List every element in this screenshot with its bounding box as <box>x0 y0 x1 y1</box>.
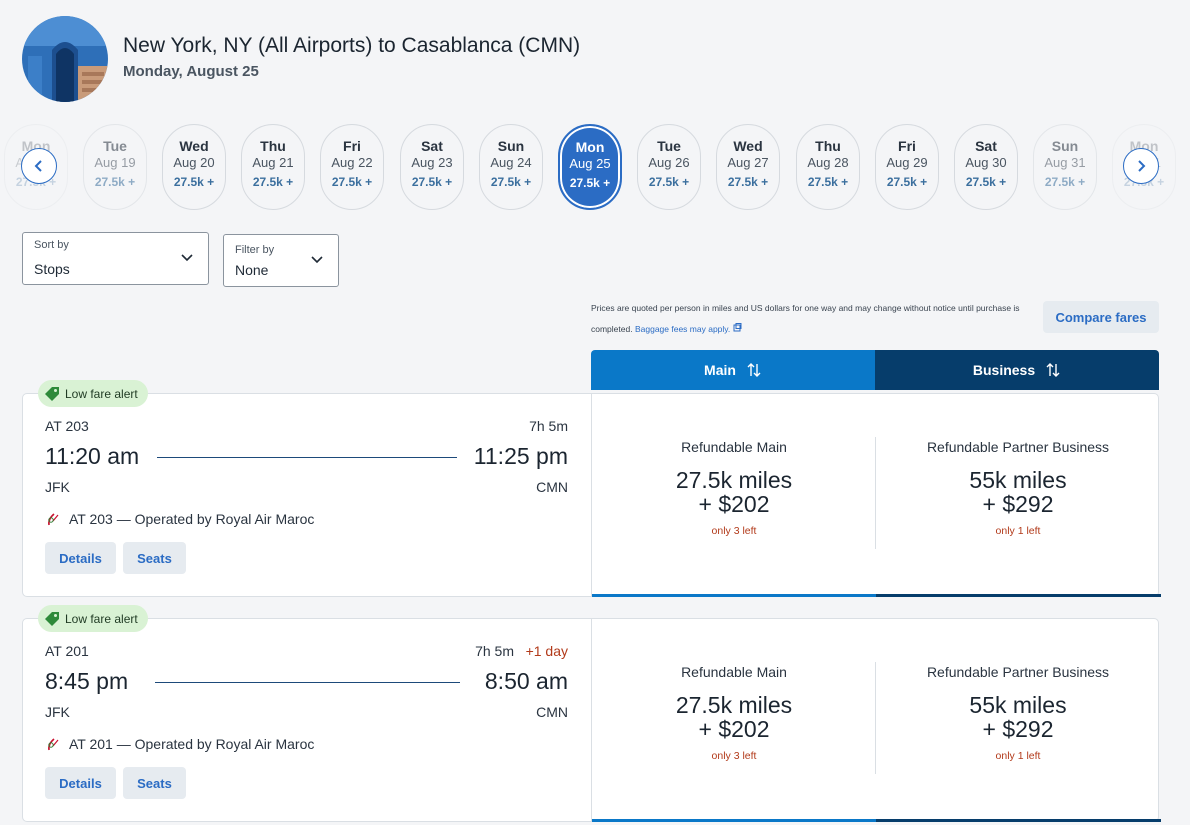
business-cabin-bar <box>876 819 1161 822</box>
pricing-notice: Prices are quoted per person in miles an… <box>591 303 1020 334</box>
date-option[interactable]: Fri Aug 22 27.5k + <box>320 124 384 210</box>
flight-card: AT 201 7h 5m +1 day 8:45 pm 8:50 am JFK … <box>22 618 1161 822</box>
previous-dates-button[interactable] <box>21 148 57 184</box>
date-option[interactable]: Thu Aug 21 27.5k + <box>241 124 305 210</box>
chevron-left-icon <box>34 160 42 172</box>
date-option[interactable]: Wed Aug 20 27.5k + <box>162 124 226 210</box>
details-button[interactable]: Details <box>45 542 116 574</box>
chevron-down-icon <box>311 256 323 264</box>
flight-number: AT 203 <box>45 418 89 434</box>
seats-left-note: only 1 left <box>995 750 1041 762</box>
sort-arrows-icon <box>747 363 761 377</box>
royal-air-maroc-logo-icon <box>48 738 59 751</box>
low-fare-alert-badge: Low fare alert <box>38 605 148 632</box>
main-cabin-bar <box>592 819 876 822</box>
main-cabin-sort-header[interactable]: Main <box>591 350 875 390</box>
destination-airport: CMN <box>536 704 568 720</box>
date-option[interactable]: Tue Aug 26 27.5k + <box>637 124 701 210</box>
business-cabin-sort-header[interactable]: Business <box>875 350 1159 390</box>
date-option-selected[interactable]: Mon Aug 25 27.5k + <box>558 124 622 210</box>
seats-left-note: only 3 left <box>711 750 757 762</box>
destination-photo <box>22 16 108 102</box>
main-cabin-bar <box>592 594 876 597</box>
flight-duration: 7h 5m <box>475 643 514 659</box>
date-option[interactable]: Thu Aug 28 27.5k + <box>796 124 860 210</box>
external-link-icon <box>733 323 742 332</box>
flight-card: AT 203 7h 5m 11:20 am 11:25 pm JFK CMN A… <box>22 393 1161 597</box>
origin-airport: JFK <box>45 479 70 495</box>
date-option[interactable]: Sat Aug 30 27.5k + <box>954 124 1018 210</box>
date-option[interactable]: Sun Aug 24 27.5k + <box>479 124 543 210</box>
filter-by-select[interactable]: Filter by None <box>223 234 339 287</box>
next-dates-button[interactable] <box>1123 148 1159 184</box>
route-line <box>155 682 460 683</box>
travel-date: Monday, August 25 <box>123 63 259 80</box>
arrival-time: 8:50 am <box>484 668 568 694</box>
departure-time: 8:45 pm <box>45 668 129 694</box>
departure-time: 11:20 am <box>45 443 140 469</box>
sort-arrows-icon <box>1046 363 1060 377</box>
low-fare-alert-badge: Low fare alert <box>38 380 148 407</box>
fare-options: Refundable Main 27.5k miles + $202 only … <box>591 393 1161 597</box>
royal-air-maroc-logo-icon <box>48 513 59 526</box>
date-option[interactable]: Sat Aug 23 27.5k + <box>400 124 464 210</box>
seats-button[interactable]: Seats <box>123 542 186 574</box>
route-line <box>157 457 457 458</box>
operated-by: AT 201 — Operated by Royal Air Maroc <box>45 736 314 752</box>
fare-options: Refundable Main 27.5k miles + $202 only … <box>591 618 1161 822</box>
price-tag-icon <box>45 611 59 626</box>
chevron-right-icon <box>1138 160 1146 172</box>
arrival-time: 11:25 pm <box>473 443 568 469</box>
date-carousel: Mon Aug 18 27.5k + Tue Aug 19 27.5k + We… <box>0 124 1190 212</box>
seats-left-note: only 3 left <box>711 525 757 537</box>
business-cabin-bar <box>876 594 1161 597</box>
date-option[interactable]: Sun Aug 31 27.5k + <box>1033 124 1097 210</box>
fare-business[interactable]: Refundable Partner Business 55k miles + … <box>876 618 1160 762</box>
chevron-down-icon <box>181 254 193 262</box>
destination-airport: CMN <box>536 479 568 495</box>
fare-main[interactable]: Refundable Main 27.5k miles + $202 only … <box>592 618 876 762</box>
operated-by: AT 203 — Operated by Royal Air Maroc <box>45 511 314 527</box>
fare-business[interactable]: Refundable Partner Business 55k miles + … <box>876 393 1160 537</box>
seats-left-note: only 1 left <box>995 525 1041 537</box>
fare-main[interactable]: Refundable Main 27.5k miles + $202 only … <box>592 393 876 537</box>
details-button[interactable]: Details <box>45 767 116 799</box>
origin-airport: JFK <box>45 704 70 720</box>
price-tag-icon <box>45 386 59 401</box>
flight-number: AT 201 <box>45 643 89 659</box>
flight-duration: 7h 5m <box>529 418 568 434</box>
baggage-fees-link[interactable]: Baggage fees may apply. <box>635 324 730 334</box>
compare-fares-button[interactable]: Compare fares <box>1043 301 1159 333</box>
sort-by-select[interactable]: Sort by Stops <box>22 232 209 285</box>
page-title: New York, NY (All Airports) to Casablanc… <box>123 34 581 57</box>
plus-day-note: +1 day <box>525 643 568 659</box>
seats-button[interactable]: Seats <box>123 767 186 799</box>
date-option[interactable]: Fri Aug 29 27.5k + <box>875 124 939 210</box>
date-option[interactable]: Tue Aug 19 27.5k + <box>83 124 147 210</box>
date-option[interactable]: Wed Aug 27 27.5k + <box>716 124 780 210</box>
